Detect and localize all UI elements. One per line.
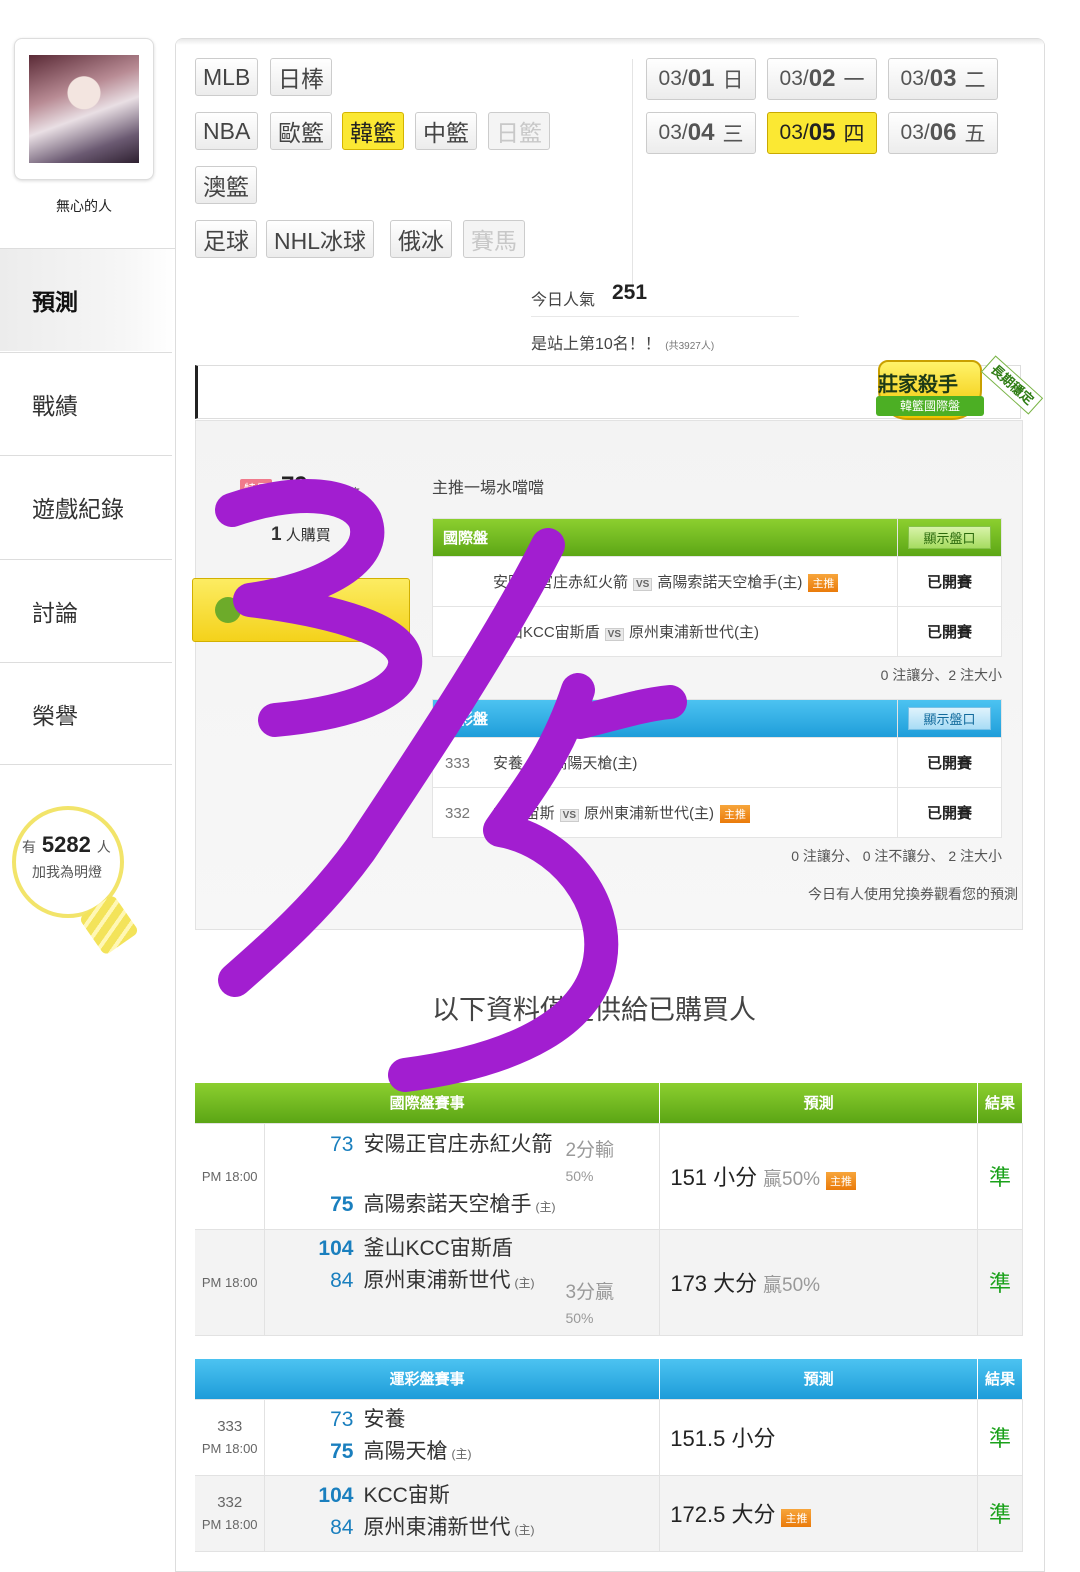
table-row: PM 18:00 73 安陽正官庄赤紅火箭 75 高陽索諾天空槍手 (主) 2分輸 50… <box>195 1123 1023 1230</box>
game-time: PM 18:00 <box>195 1123 266 1230</box>
badge-tag: 長期穩定 <box>980 355 1044 415</box>
status-text: 已開賽 <box>897 556 1002 607</box>
intl-odds-title: 國際盤 <box>432 518 898 557</box>
show-odds-button[interactable]: 顯示盤口 <box>908 707 991 730</box>
game-time: PM 18:00 <box>195 1229 266 1336</box>
lottery-results-table: 運彩盤賽事 預測 結果 333 PM 18:00 73 安養 75 高陽天槍 (主) 1… <box>195 1359 1023 1552</box>
game-time: PM 18:00 <box>201 1441 258 1456</box>
sport-tab-australia-basketball[interactable]: 澳籃 <box>195 166 257 204</box>
sport-tab-china-basketball[interactable]: 中籃 <box>415 112 477 150</box>
date-tab[interactable]: 03/02 一 <box>767 58 877 100</box>
prediction-tagline: 主推一場水噹噹 <box>432 480 545 497</box>
username[interactable]: 無心的人 <box>0 196 168 216</box>
nav-item-game-log[interactable]: 遊戲紀錄 <box>0 455 172 558</box>
section-title: 以下資料僅提供給已購買人 <box>432 995 756 1025</box>
lottery-odds-table: 運彩盤 顯示盤口 333 安養 VS 高陽天槍(主) 已開賽 332 KCC宙斯 VS 原州… <box>432 699 1002 838</box>
table-row: PM 18:00 104 釜山KCC宙斯盾 84 原州東浦新世代 (主) 3分贏 50%… <box>195 1229 1023 1336</box>
badge-title: 莊家殺手 <box>878 374 958 396</box>
sport-tab-japan-basketball[interactable]: 日籃 <box>488 112 550 150</box>
prediction-value: 173 大分 <box>670 1271 758 1296</box>
nav-item-honor[interactable]: 榮譽 <box>0 662 172 765</box>
price-unit: 鑽幣 <box>332 486 360 502</box>
buy-button[interactable] <box>192 578 410 642</box>
table-row[interactable]: 333 安養 VS 高陽天槍(主) 已開賽 <box>432 737 1002 788</box>
sport-tab-nhl[interactable]: NHL冰球 <box>266 220 375 258</box>
voucher-notice: 今日有人使用兌換券觀看您的預測 <box>808 886 1018 902</box>
game-number: 333 <box>217 1418 243 1435</box>
table-row[interactable]: 安陽正官庄赤紅火箭 VS 高陽索諾天空槍手(主) 主推 已開賽 <box>432 556 1002 607</box>
sidebar: 無心的人 預測 戰績 遊戲紀錄 討論 榮譽 有 5282 人 加我為明燈 <box>0 0 175 1572</box>
sport-tab-horse-racing[interactable]: 賽馬 <box>463 220 525 258</box>
column-header: 預測 <box>659 1083 979 1124</box>
result-mark: 準 <box>977 1123 1023 1230</box>
table-row[interactable]: 332 KCC宙斯 VS 原州東浦新世代(主) 主推 已開賽 <box>432 787 1002 838</box>
lottery-odds-title: 運彩盤 <box>432 699 898 738</box>
sport-tab-khl[interactable]: 俄冰 <box>390 220 452 258</box>
main-top-bar <box>176 39 1044 45</box>
date-tab[interactable]: 03/04 三 <box>646 112 756 154</box>
fans-number: 5282 <box>41 832 91 857</box>
date-tab[interactable]: 03/03 二 <box>888 58 998 100</box>
sport-tab-soccer[interactable]: 足球 <box>195 220 257 258</box>
spread-info: 2分輸 50% <box>565 1139 615 1184</box>
price-tag: 特價 <box>240 479 273 498</box>
result-mark: 準 <box>977 1475 1023 1552</box>
result-mark: 準 <box>977 1229 1023 1336</box>
prediction-value: 172.5 大分 <box>670 1502 776 1527</box>
intl-summary: 0 注讓分、2 注大小 <box>880 667 1002 683</box>
buyer-count: 1 人購買 <box>271 524 331 545</box>
table-row: 332 PM 18:00 104 KCC宙斯 84 原州東浦新世代 (主) 172.5 … <box>195 1475 1023 1552</box>
status-text: 已開賽 <box>897 606 1002 657</box>
featured-badge: 主推 <box>781 1509 812 1527</box>
featured-badge: 主推 <box>720 805 751 823</box>
date-tab-selected[interactable]: 03/05 四 <box>767 112 877 154</box>
game-time: PM 18:00 <box>201 1517 258 1532</box>
intl-odds-table: 國際盤 顯示盤口 安陽正官庄赤紅火箭 VS 高陽索諾天空槍手(主) 主推 已開賽 釜山… <box>432 518 1002 657</box>
date-tab[interactable]: 03/01 日 <box>646 58 756 100</box>
status-text: 已開賽 <box>897 737 1002 788</box>
nav-item-predict[interactable]: 預測 <box>0 248 175 351</box>
fans-count: 有 5282 人 <box>22 832 111 858</box>
column-header: 結果 <box>977 1359 1023 1400</box>
column-header: 運彩盤賽事 <box>195 1359 661 1400</box>
follow-caption[interactable]: 加我為明燈 <box>32 862 102 882</box>
divider <box>632 59 633 294</box>
fans-prefix: 有 <box>22 839 36 855</box>
avatar[interactable] <box>14 38 154 180</box>
nav-item-record[interactable]: 戰績 <box>0 352 172 455</box>
sport-tab-npb[interactable]: 日棒 <box>270 58 332 96</box>
status-text: 已開賽 <box>897 787 1002 838</box>
price-value: 79 <box>281 472 308 499</box>
badge-subtitle: 韓籃國際盤 <box>876 396 984 416</box>
featured-badge: 主推 <box>808 574 839 592</box>
result-mark: 準 <box>977 1399 1023 1476</box>
column-header: 預測 <box>659 1359 978 1400</box>
sport-tab-euro-basketball[interactable]: 歐籃 <box>270 112 332 150</box>
column-header: 結果 <box>977 1083 1023 1124</box>
sport-tab-nba[interactable]: NBA <box>195 112 259 150</box>
lottery-summary: 0 注讓分、 0 注不讓分、 2 注大小 <box>791 848 1002 864</box>
rank-text: 是站上第10名！！ (共3927人) <box>531 336 715 353</box>
prediction-value: 151.5 小分 <box>670 1426 776 1451</box>
divider <box>531 316 799 317</box>
nav-item-discussion[interactable]: 討論 <box>0 559 172 662</box>
date-tab[interactable]: 03/06 五 <box>888 112 998 154</box>
intl-results-table: 國際盤賽事 預測 結果 PM 18:00 73 安陽正官庄赤紅火箭 75 高陽索諾天… <box>195 1083 1023 1336</box>
avatar-image[interactable] <box>29 55 139 163</box>
fans-suffix: 人 <box>96 839 111 855</box>
sport-tab-mlb[interactable]: MLB <box>195 58 259 96</box>
spread-info: 3分贏 50% <box>565 1281 615 1326</box>
featured-badge: 主推 <box>826 1172 857 1190</box>
column-header: 國際盤賽事 <box>195 1083 661 1124</box>
game-number: 332 <box>217 1494 243 1511</box>
popularity-value: 251 <box>612 281 648 304</box>
coin-icon <box>215 597 241 623</box>
table-row: 333 PM 18:00 73 安養 75 高陽天槍 (主) 151.5 小分 準 <box>195 1399 1023 1476</box>
prediction-value: 151 小分 <box>670 1165 758 1190</box>
table-row[interactable]: 釜山KCC宙斯盾 VS 原州東浦新世代(主) 已開賽 <box>432 606 1002 657</box>
popularity-label: 今日人氣 <box>531 292 596 309</box>
show-odds-button[interactable]: 顯示盤口 <box>908 526 991 549</box>
sport-tab-korea-basketball[interactable]: 韓籃 <box>342 112 404 150</box>
